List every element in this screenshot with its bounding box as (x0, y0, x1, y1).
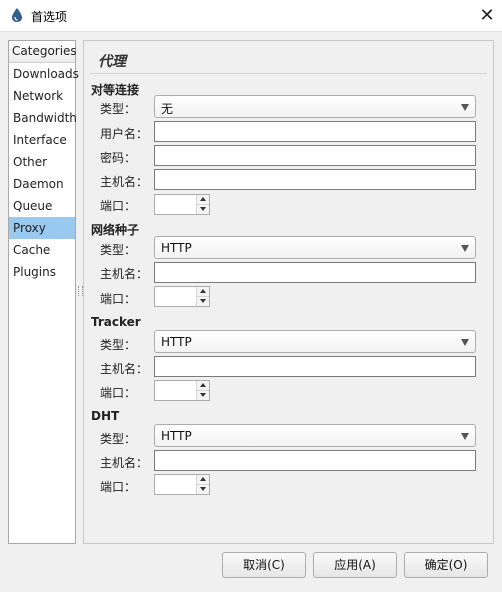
tracker-port-spinbox[interactable] (154, 380, 210, 401)
dht-port-label: 端口： (100, 480, 137, 494)
spin-down-icon[interactable] (197, 485, 209, 494)
droplet-icon (12, 8, 22, 22)
webseed-type-label: 类型： (100, 243, 137, 257)
webseed-port-label: 端口： (100, 292, 137, 306)
tracker-port-label: 端口： (100, 386, 137, 400)
tracker-type-value: HTTP (161, 335, 192, 349)
sidebar-item-network[interactable]: Network (9, 85, 75, 107)
peer-type-label: 类型： (100, 102, 137, 116)
sidebar-item-cache[interactable]: Cache (9, 239, 75, 261)
dht-type-label: 类型： (100, 432, 137, 446)
webseed-group-label: 网络种子 (91, 223, 140, 237)
sidebar-item-plugins[interactable]: Plugins (9, 261, 75, 283)
ok-button[interactable]: 确定(O) (404, 552, 488, 578)
sidebar-item-proxy[interactable]: Proxy (9, 217, 75, 239)
chevron-down-icon (461, 104, 469, 111)
tracker-hostname-input[interactable] (154, 356, 476, 377)
cancel-button[interactable]: 取消(C) (222, 552, 306, 578)
peer-group-label: 对等连接 (91, 83, 140, 97)
tracker-hostname-label: 主机名： (100, 362, 149, 376)
dht-type-value: HTTP (161, 429, 192, 443)
close-icon: ✕ (479, 4, 495, 26)
spin-buttons (196, 287, 209, 306)
proxy-panel: 代理 对等连接 类型： 无 用户名： 密码： 主机名： 端口： 网络种子 类型：… (83, 40, 494, 544)
tracker-type-select[interactable]: HTTP (154, 330, 476, 353)
sidebar-item-other[interactable]: Other (9, 151, 75, 173)
dht-port-spinbox[interactable] (154, 474, 210, 495)
peer-type-select[interactable]: 无 (154, 95, 476, 118)
webseed-type-select[interactable]: HTTP (154, 236, 476, 259)
webseed-type-value: HTTP (161, 241, 192, 255)
tracker-type-label: 类型： (100, 338, 137, 352)
spin-buttons (196, 475, 209, 494)
sidebar-item-downloads[interactable]: Downloads (9, 63, 79, 85)
peer-username-label: 用户名： (100, 127, 149, 141)
peer-hostname-input[interactable] (154, 169, 476, 190)
categories-sidebar: Categories Downloads Network Bandwidth I… (8, 40, 79, 544)
tracker-group-label: Tracker (91, 315, 141, 329)
chevron-down-icon (461, 433, 469, 440)
peer-password-input[interactable] (154, 145, 476, 166)
chevron-down-icon (461, 339, 469, 346)
spin-up-icon[interactable] (197, 475, 209, 485)
dht-hostname-input[interactable] (154, 450, 476, 471)
page-title: 代理 (98, 54, 126, 70)
apply-button[interactable]: 应用(A) (313, 552, 397, 578)
title-divider (90, 73, 487, 74)
window-title: 首选项 (31, 10, 68, 24)
sidebar-item-bandwidth[interactable]: Bandwidth (9, 107, 77, 129)
dht-hostname-label: 主机名： (100, 456, 149, 470)
spin-down-icon[interactable] (197, 391, 209, 400)
webseed-port-spinbox[interactable] (154, 286, 210, 307)
spin-up-icon[interactable] (197, 287, 209, 297)
peer-type-value: 无 (161, 102, 174, 116)
spin-buttons (196, 381, 209, 400)
sidebar-item-interface[interactable]: Interface (9, 129, 75, 151)
spin-down-icon[interactable] (197, 205, 209, 214)
peer-hostname-label: 主机名： (100, 175, 149, 189)
sidebar-item-daemon[interactable]: Daemon (9, 173, 75, 195)
dht-group-label: DHT (91, 409, 120, 423)
spin-down-icon[interactable] (197, 297, 209, 306)
spin-up-icon[interactable] (197, 195, 209, 205)
peer-username-input[interactable] (154, 121, 476, 142)
categories-header[interactable]: Categories (9, 41, 77, 63)
webseed-hostname-input[interactable] (154, 262, 476, 283)
dht-type-select[interactable]: HTTP (154, 424, 476, 447)
peer-port-spinbox[interactable] (154, 194, 210, 215)
sidebar-item-queue[interactable]: Queue (9, 195, 75, 217)
spin-buttons (196, 195, 209, 214)
spin-up-icon[interactable] (197, 381, 209, 391)
close-button[interactable]: ✕ (472, 0, 502, 30)
peer-password-label: 密码： (100, 151, 137, 165)
chevron-down-icon (461, 245, 469, 252)
title-bar: 首选项 ✕ (0, 0, 502, 32)
webseed-hostname-label: 主机名： (100, 267, 149, 281)
peer-port-label: 端口： (100, 199, 137, 213)
